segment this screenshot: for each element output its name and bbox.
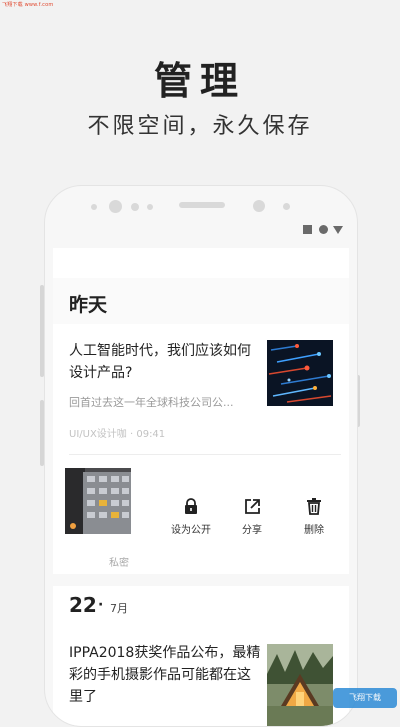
sensor-dot [91, 204, 97, 210]
trash-icon [307, 498, 321, 515]
sensor-dot [283, 203, 290, 210]
set-public-button[interactable]: 设为公开 [163, 498, 219, 536]
building-thumbnail-icon[interactable] [65, 468, 131, 534]
earpiece-speaker [179, 202, 225, 208]
delete-button[interactable]: 删除 [286, 498, 342, 536]
front-camera [109, 200, 122, 213]
article-meta: UI/UX设计咖 · 09:41 [69, 429, 166, 440]
sensor-dot [147, 204, 153, 210]
share-button[interactable]: 分享 [224, 498, 280, 536]
proximity-sensor [253, 200, 265, 212]
phone-mockup: 昨天 人工智能时代，我们应该如何设计产品? 回首过去这一年全球科技公司公... … [44, 185, 358, 727]
delete-label: 删除 [304, 525, 324, 536]
status-square-icon [303, 225, 312, 234]
status-triangle-icon [333, 226, 343, 234]
sensor-dot [131, 203, 139, 211]
share-icon [244, 499, 260, 514]
promo-headline: 管理 [153, 59, 246, 103]
set-public-label: 设为公开 [171, 525, 211, 536]
status-circle-icon [319, 225, 328, 234]
promo-subline: 不限空间，永久保存 [87, 114, 313, 139]
date-month: 7月 [110, 602, 128, 615]
article-excerpt: 回首过去这一年全球科技公司公... [69, 396, 234, 409]
cabin-photo-thumbnail-icon[interactable] [267, 644, 333, 726]
share-label: 分享 [242, 525, 262, 536]
ai-network-thumbnail-icon[interactable] [267, 340, 333, 406]
article-title[interactable]: IPPA2018获奖作品公布，最精彩的手机摄影作品可能都在这里了 [69, 642, 261, 708]
watermark-text: 飞翔下载 www.f.com [2, 2, 54, 8]
section-gap [53, 574, 349, 586]
article-title[interactable]: 人工智能时代，我们应该如何设计产品? [69, 340, 261, 384]
section-title-yesterday: 昨天 [69, 294, 108, 316]
divider [69, 454, 341, 455]
app-screen: 昨天 人工智能时代，我们应该如何设计产品? 回首过去这一年全球科技公司公... … [53, 248, 349, 726]
date-day: 22 [69, 593, 97, 617]
private-label: 私密 [109, 558, 129, 569]
brand-watermark-badge: 飞翔下载 [333, 688, 397, 708]
date-separator: · [98, 597, 104, 613]
lock-icon [185, 498, 197, 514]
